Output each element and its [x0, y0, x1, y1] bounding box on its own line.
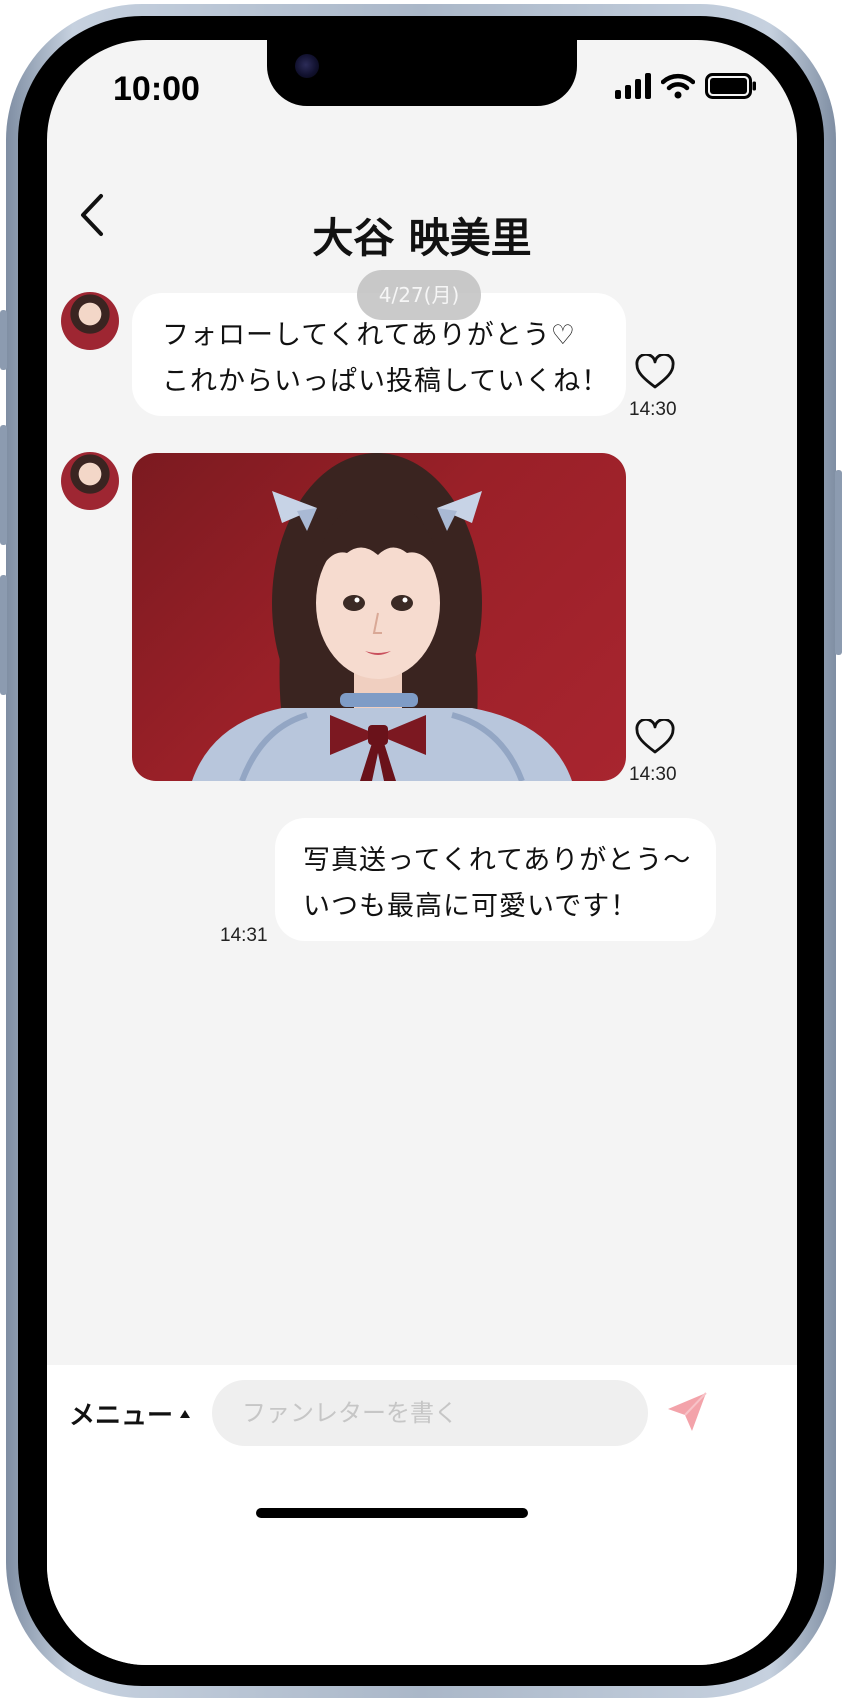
message-bubble: 写真送ってくれてありがとう〜 いつも最高に可愛いです！	[275, 818, 716, 941]
chat-header: 大谷 映美里	[47, 160, 797, 262]
message-line: いつも最高に可愛いです！	[303, 891, 639, 922]
menu-label: メニュー	[69, 1401, 174, 1431]
notch	[267, 40, 577, 106]
silent-switch	[0, 310, 7, 370]
fan-letter-input[interactable]	[212, 1380, 648, 1446]
message-line: これからいっぱい投稿していくね！	[162, 366, 610, 397]
power-button	[835, 470, 842, 655]
app-screen: 10:00 大谷 映美里 フォローしてくれてありがとう♡ これからいっぱい投稿し…	[47, 40, 797, 1665]
avatar[interactable]	[61, 292, 119, 350]
page-title: 大谷 映美里	[312, 214, 532, 262]
front-camera	[295, 54, 319, 78]
status-icons	[615, 73, 757, 99]
battery-icon	[705, 73, 756, 99]
menu-button[interactable]: メニュー	[69, 1395, 191, 1432]
home-indicator[interactable]	[256, 1508, 528, 1518]
volume-down-button	[0, 575, 7, 695]
caret-up-icon	[180, 1409, 191, 1418]
idol-photo-image	[192, 453, 572, 781]
message-time: 14:30	[629, 399, 677, 420]
volume-up-button	[0, 425, 7, 545]
message-line: 写真送ってくれてありがとう〜	[303, 845, 692, 876]
photo-message[interactable]	[132, 453, 626, 781]
heart-icon[interactable]	[635, 354, 675, 390]
avatar[interactable]	[61, 452, 119, 510]
wifi-icon	[661, 73, 695, 99]
message-time: 14:31	[220, 925, 268, 946]
paper-plane-icon[interactable]	[664, 1389, 710, 1435]
heart-icon[interactable]	[635, 719, 675, 755]
status-time: 10:00	[113, 70, 200, 108]
date-separator: 4/27(月)	[357, 270, 481, 320]
message-time: 14:30	[629, 764, 677, 785]
signal-icon	[615, 73, 651, 99]
